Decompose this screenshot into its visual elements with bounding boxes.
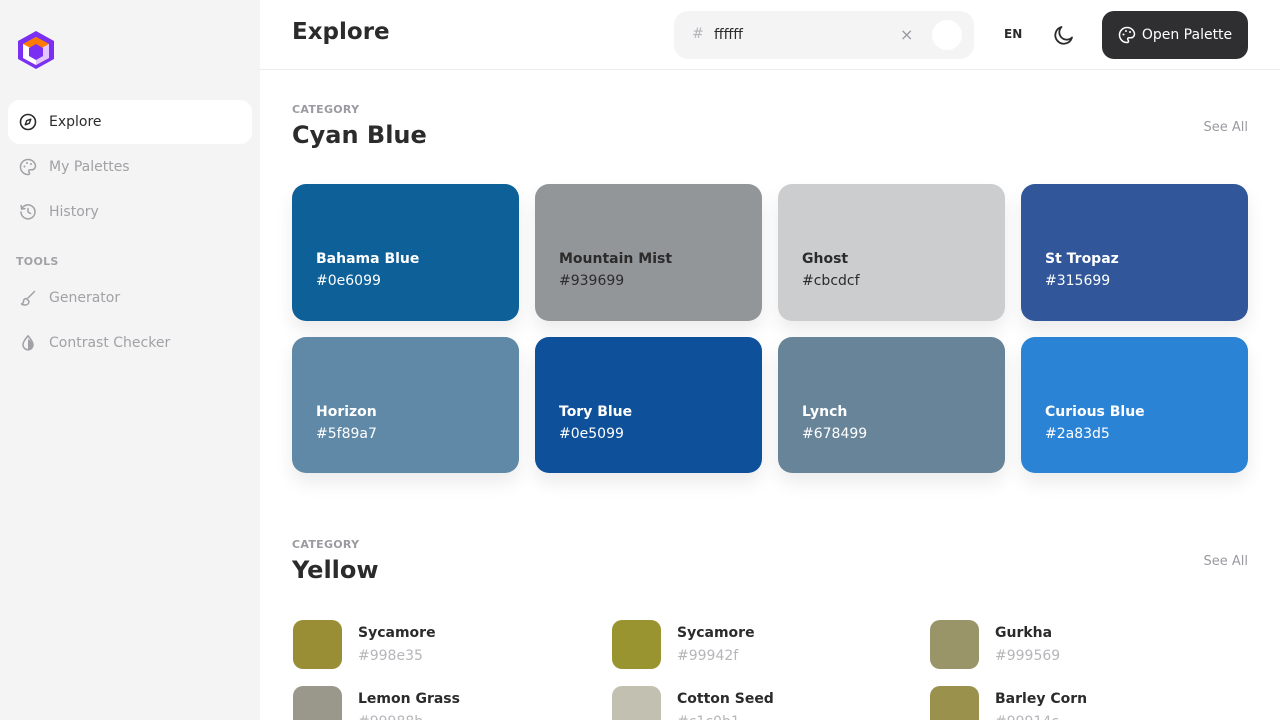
- color-name: St Tropaz: [1045, 251, 1119, 267]
- color-card[interactable]: Bahama Blue #0e6099: [292, 184, 519, 321]
- sidebar-item-label: Explore: [49, 114, 102, 130]
- sidebar-item-label: Contrast Checker: [49, 335, 171, 351]
- color-hex: #99942f: [677, 648, 739, 664]
- page-title: Explore: [292, 19, 390, 45]
- palette-icon: [1118, 26, 1136, 44]
- color-name: Mountain Mist: [559, 251, 673, 267]
- color-name: Sycamore: [358, 625, 436, 641]
- color-name: Gurkha: [995, 625, 1053, 641]
- color-list-item[interactable]: Sycamore #99942f: [612, 620, 912, 670]
- color-card[interactable]: Curious Blue #2a83d5: [1021, 337, 1248, 473]
- color-name: Ghost: [802, 251, 849, 267]
- color-list-item[interactable]: Cotton Seed #c1c0b1: [612, 686, 912, 720]
- sidebar-item-my-palettes[interactable]: My Palettes: [8, 145, 252, 189]
- color-swatch: [930, 686, 979, 720]
- color-name: Barley Corn: [995, 691, 1088, 707]
- color-swatch: [293, 620, 342, 669]
- color-hex: #99988b: [358, 714, 423, 720]
- color-card[interactable]: Ghost #cbcdcf: [778, 184, 1005, 321]
- see-all-link[interactable]: See All: [1180, 120, 1249, 135]
- category-title: Cyan Blue: [292, 121, 427, 149]
- color-list-item[interactable]: Lemon Grass #99988b: [293, 686, 593, 720]
- color-list-item[interactable]: Gurkha #999569: [930, 620, 1230, 670]
- category-label: CATEGORY: [292, 538, 360, 551]
- color-hex: #678499: [802, 426, 868, 442]
- color-name: Cotton Seed: [677, 691, 774, 707]
- sidebar-item-label: Generator: [49, 290, 121, 306]
- see-all-link[interactable]: See All: [1180, 554, 1249, 569]
- color-swatch: [612, 620, 661, 669]
- tools-section-label: TOOLS: [16, 255, 59, 268]
- sidebar-item-contrast-checker[interactable]: Contrast Checker: [8, 321, 252, 365]
- language-selector[interactable]: EN: [1004, 27, 1022, 41]
- palette-icon: [18, 157, 38, 177]
- color-card[interactable]: Horizon #5f89a7: [292, 337, 519, 473]
- hex-search-input[interactable]: [714, 23, 894, 47]
- history-icon: [18, 202, 38, 222]
- search-color-swatch[interactable]: [932, 20, 962, 50]
- sidebar-item-generator[interactable]: Generator: [8, 276, 252, 320]
- top-header: Explore # × EN Open Palette: [260, 0, 1280, 70]
- color-hex: #315699: [1045, 273, 1111, 289]
- color-list-item[interactable]: Sycamore #998e35: [293, 620, 593, 670]
- color-name: Lemon Grass: [358, 691, 460, 707]
- category-title: Yellow: [292, 556, 379, 584]
- color-hex: #5f89a7: [316, 426, 377, 442]
- color-card[interactable]: Tory Blue #0e5099: [535, 337, 762, 473]
- moon-icon[interactable]: [1052, 23, 1076, 47]
- brush-icon: [18, 288, 38, 308]
- open-palette-label: Open Palette: [1141, 27, 1233, 43]
- color-name: Tory Blue: [559, 404, 633, 420]
- app-logo[interactable]: [16, 30, 56, 70]
- compass-icon: [18, 112, 38, 132]
- sidebar: Explore My Palettes History TOOLS Genera…: [0, 0, 260, 720]
- color-hex: #2a83d5: [1045, 426, 1110, 442]
- color-card[interactable]: Mountain Mist #939699: [535, 184, 762, 321]
- sidebar-item-history[interactable]: History: [8, 190, 252, 234]
- color-hex: #99914c: [995, 714, 1059, 720]
- color-swatch: [293, 686, 342, 720]
- clear-icon[interactable]: ×: [900, 25, 913, 44]
- color-name: Sycamore: [677, 625, 755, 641]
- color-hex: #998e35: [358, 648, 423, 664]
- open-palette-button[interactable]: Open Palette: [1102, 11, 1248, 59]
- color-hex: #0e5099: [559, 426, 624, 442]
- color-swatch: [612, 686, 661, 720]
- drop-icon: [18, 333, 38, 353]
- sidebar-item-label: My Palettes: [49, 159, 130, 175]
- color-hex: #0e6099: [316, 273, 381, 289]
- color-swatch: [930, 620, 979, 669]
- color-hex: #999569: [995, 648, 1061, 664]
- color-hex: #c1c0b1: [677, 714, 740, 720]
- sidebar-item-explore[interactable]: Explore: [8, 100, 252, 144]
- category-label: CATEGORY: [292, 103, 360, 116]
- color-list-item[interactable]: Barley Corn #99914c: [930, 686, 1230, 720]
- color-name: Curious Blue: [1045, 404, 1145, 420]
- color-card[interactable]: St Tropaz #315699: [1021, 184, 1248, 321]
- color-name: Lynch: [802, 404, 848, 420]
- color-name: Horizon: [316, 404, 377, 420]
- color-card[interactable]: Lynch #678499: [778, 337, 1005, 473]
- color-name: Bahama Blue: [316, 251, 420, 267]
- color-hex: #939699: [559, 273, 625, 289]
- color-search-bar: # ×: [674, 11, 974, 59]
- color-hex: #cbcdcf: [802, 273, 860, 289]
- sidebar-item-label: History: [49, 204, 99, 220]
- hash-icon: #: [692, 26, 704, 42]
